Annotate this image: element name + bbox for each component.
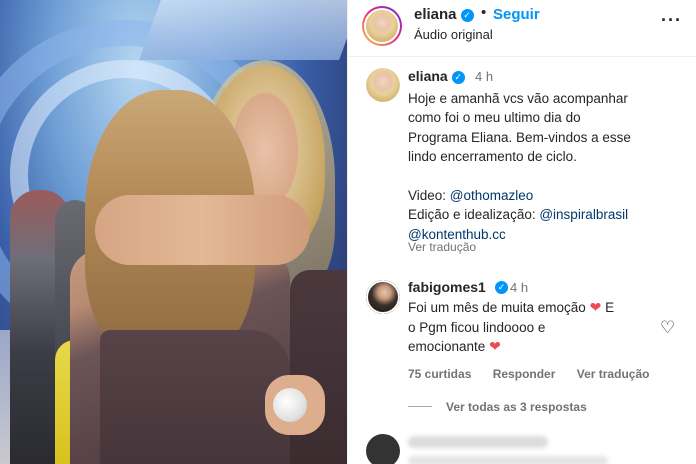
comment-meta: 75 curtidas Responder Ver tradução xyxy=(408,367,667,381)
separator-dot: • xyxy=(481,4,487,21)
post-details-panel: eliana ✓ • Seguir Áudio original ··· elia… xyxy=(347,0,696,464)
mention-link[interactable]: @inspiralbrasil xyxy=(539,207,628,222)
embracing-arms xyxy=(95,195,310,265)
follow-button[interactable]: Seguir xyxy=(493,6,540,23)
verified-badge-icon: ✓ xyxy=(495,281,508,294)
verified-badge-icon: ✓ xyxy=(451,71,465,84)
caption-text: Hoje e amanhã vcs vão acompanhar como fo… xyxy=(408,91,631,242)
stage-ceiling xyxy=(139,0,347,60)
red-heart-emoji: ❤ xyxy=(589,299,602,315)
comment-translate-link[interactable]: Ver tradução xyxy=(577,367,650,381)
red-heart-emoji: ❤ xyxy=(489,338,501,355)
caption-avatar[interactable] xyxy=(366,68,400,102)
blurred-comment-text xyxy=(408,456,608,464)
replies-divider xyxy=(408,406,432,407)
comment-text: Foi um mês de muita emoção ❤ E o Pgm fic… xyxy=(408,299,615,355)
blurred-comment-header xyxy=(408,436,548,448)
mention-link[interactable]: @othomazleo xyxy=(450,188,534,203)
view-replies-button[interactable]: Ver todas as 3 respostas xyxy=(408,400,587,414)
caption-username[interactable]: eliana ✓ xyxy=(408,68,465,84)
post-header: eliana ✓ • Seguir Áudio original ··· xyxy=(348,0,696,57)
comment-time[interactable]: 4 h xyxy=(510,280,528,295)
caption-time[interactable]: 4 h xyxy=(475,69,493,84)
heart-outline-icon[interactable]: ♡ xyxy=(660,318,675,338)
dark-dress xyxy=(100,330,290,464)
next-commenter-avatar[interactable] xyxy=(366,434,400,464)
audio-label[interactable]: Áudio original xyxy=(414,27,493,42)
more-icon[interactable]: ··· xyxy=(661,10,682,31)
post-media[interactable] xyxy=(0,0,347,464)
verified-badge-icon: ✓ xyxy=(460,9,474,22)
author-avatar[interactable] xyxy=(362,6,402,46)
commenter-avatar[interactable] xyxy=(366,280,400,314)
reply-button[interactable]: Responder xyxy=(493,367,556,381)
author-username[interactable]: eliana ✓ xyxy=(414,6,474,23)
comment-likes[interactable]: 75 curtidas xyxy=(408,367,471,381)
microphone xyxy=(273,388,307,422)
commenter-username[interactable]: fabigomes1 xyxy=(408,279,486,295)
caption-translate-link[interactable]: Ver tradução xyxy=(408,240,476,254)
